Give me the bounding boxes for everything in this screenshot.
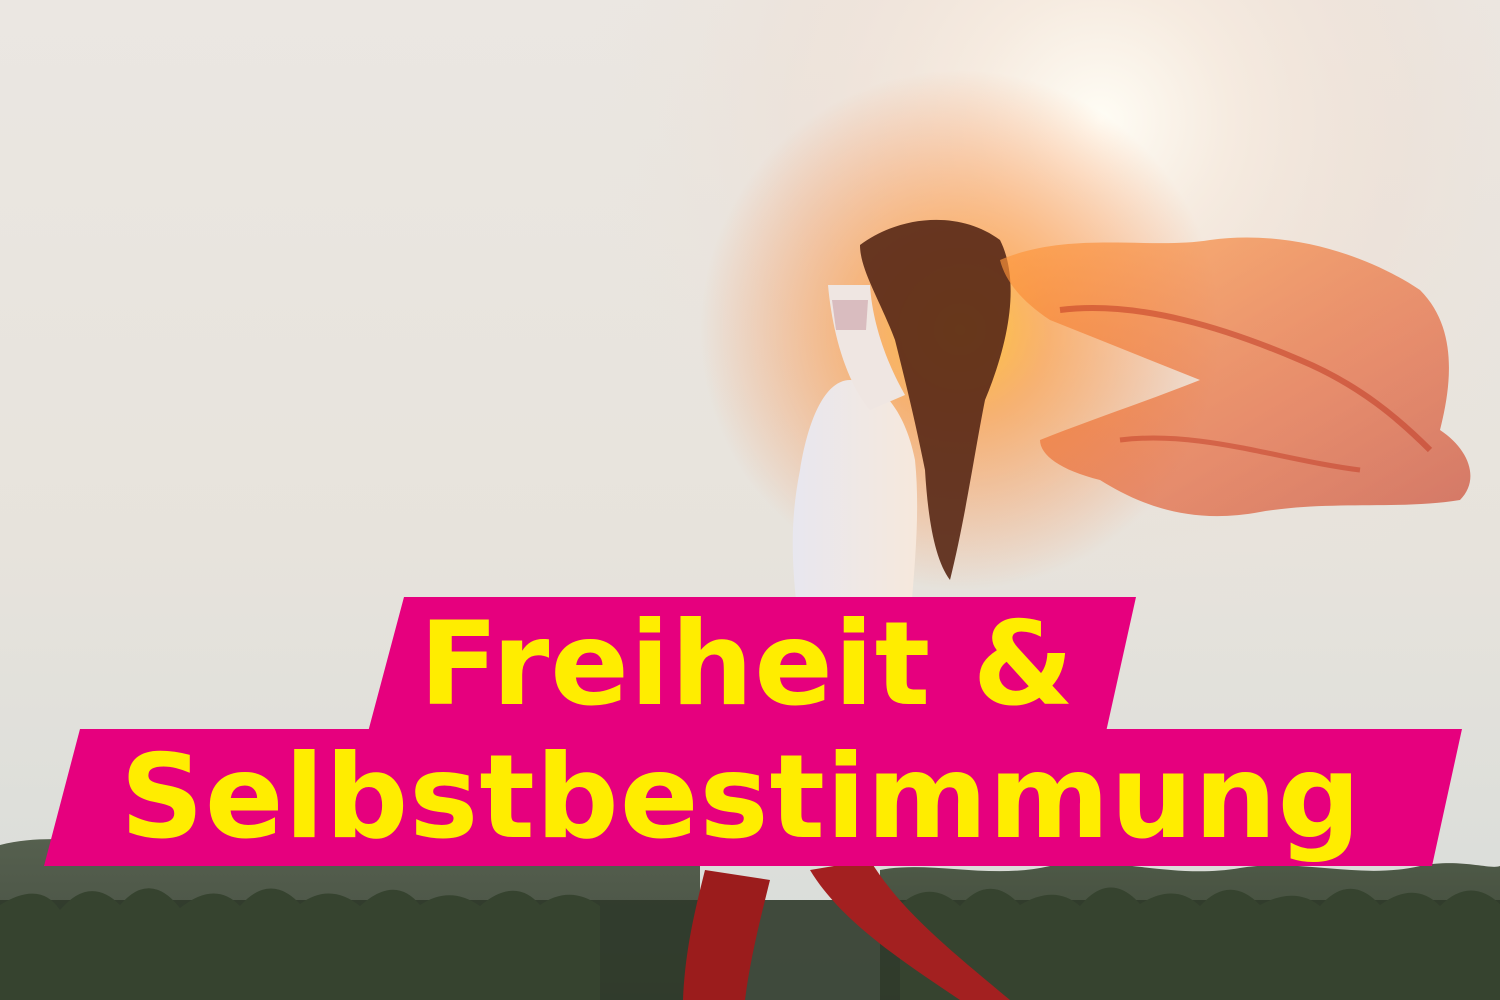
headline-banner-line1: Freiheit & bbox=[368, 597, 1136, 732]
headline-line2: Selbstbestimmung bbox=[120, 729, 1362, 865]
hero-image: Freiheit & Selbstbestimmung bbox=[0, 0, 1500, 1000]
headline-line1: Freiheit & bbox=[419, 596, 1075, 732]
headline-banner-line2: Selbstbestimmung bbox=[44, 729, 1462, 866]
